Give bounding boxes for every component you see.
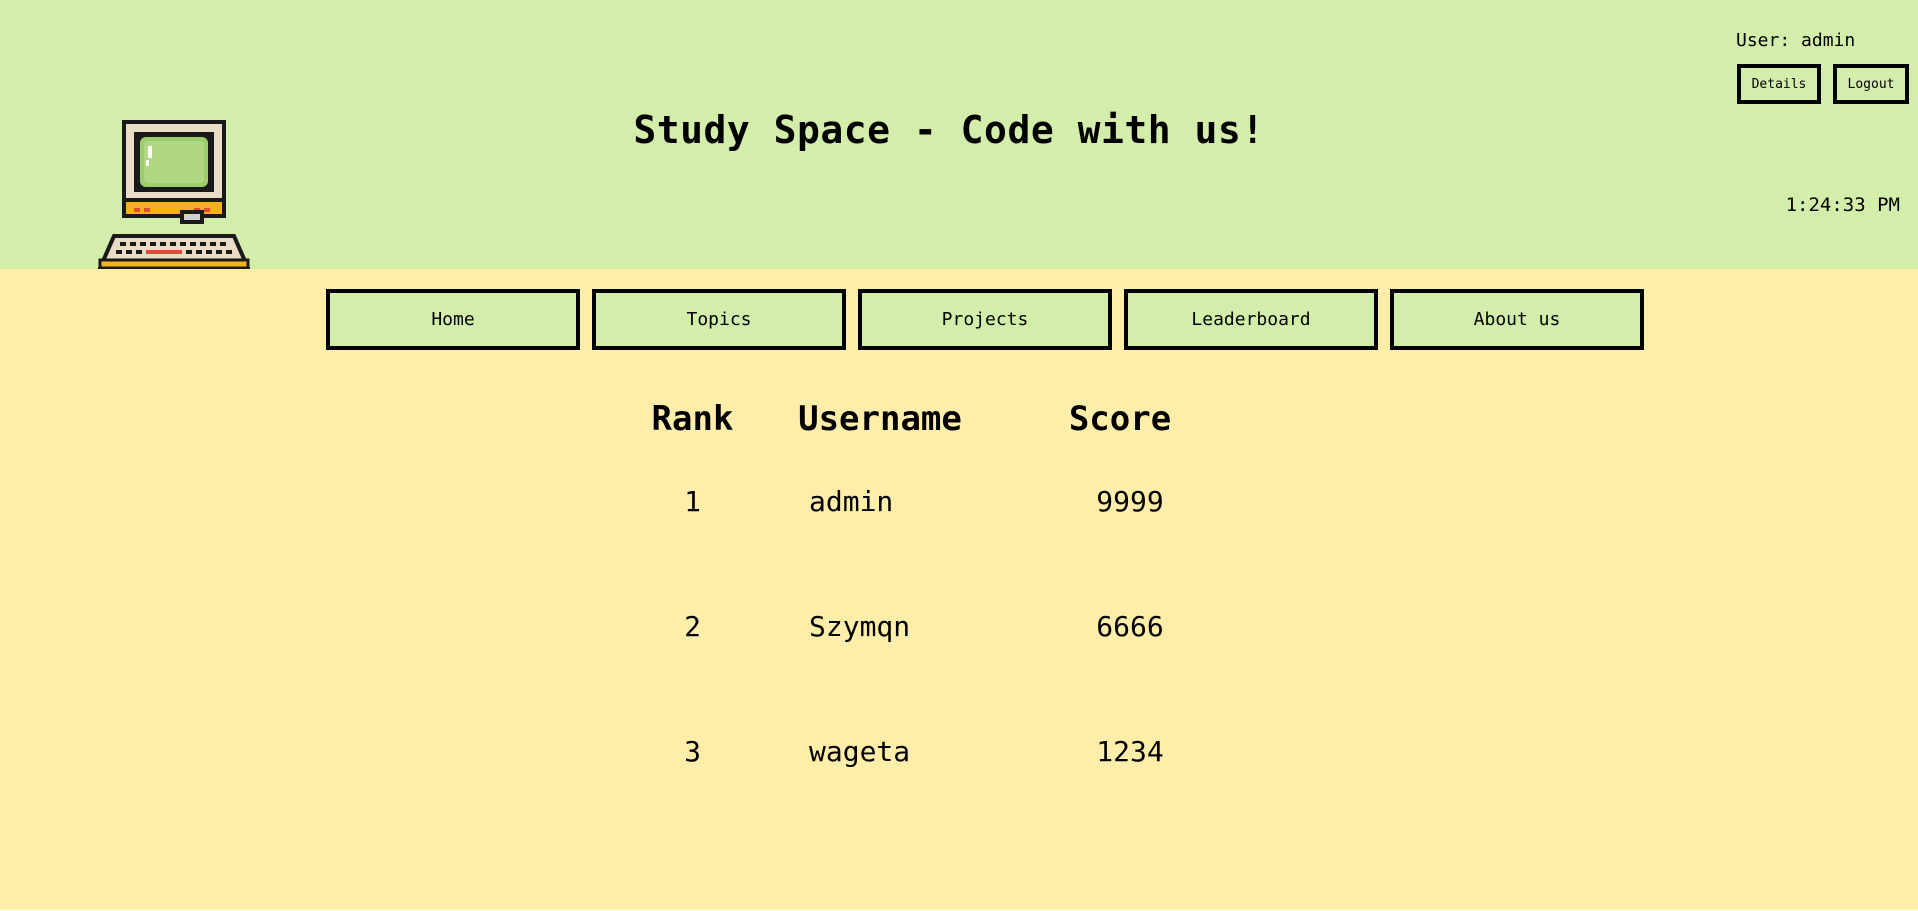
user-info: User: admin xyxy=(1736,30,1855,51)
nav-topics-button[interactable]: Topics xyxy=(592,289,846,350)
nav-home-button[interactable]: Home xyxy=(326,289,580,350)
main-nav: Home Topics Projects Leaderboard About u… xyxy=(326,289,1644,350)
nav-leaderboard-button[interactable]: Leaderboard xyxy=(1124,289,1378,350)
column-header-rank: Rank xyxy=(651,399,734,439)
score-cell: 1234 xyxy=(1096,735,1164,768)
main-content: Home Topics Projects Leaderboard About u… xyxy=(0,269,1918,911)
site-header: Study Space - Code with us! User: admin … xyxy=(0,0,1918,270)
rank-cell: 3 xyxy=(684,735,701,768)
logout-button[interactable]: Logout xyxy=(1833,64,1909,104)
details-button[interactable]: Details xyxy=(1737,64,1821,104)
username: admin xyxy=(1801,30,1856,51)
page-title: Study Space - Code with us! xyxy=(633,108,1265,152)
leaderboard-table: Rank Username Score 1 admin 9999 2 Szymq… xyxy=(630,399,1235,814)
username-cell: Szymqn xyxy=(809,610,911,643)
page: Study Space - Code with us! User: admin … xyxy=(0,0,1918,911)
column-header-score: Score xyxy=(1068,399,1172,439)
rank-cell: 1 xyxy=(684,485,701,518)
rank-cell: 2 xyxy=(684,610,701,643)
clock: 1:24:33 PM xyxy=(1785,194,1900,216)
score-cell: 6666 xyxy=(1096,610,1164,643)
username-cell: admin xyxy=(809,485,894,518)
table-row: 3 wageta 1234 xyxy=(630,689,1235,814)
score-cell: 9999 xyxy=(1096,485,1164,518)
nav-about-button[interactable]: About us xyxy=(1390,289,1644,350)
username-cell: wageta xyxy=(809,735,911,768)
table-row: 1 admin 9999 xyxy=(630,439,1235,564)
user-actions: Details Logout xyxy=(1737,64,1909,104)
table-header-row: Rank Username Score xyxy=(630,399,1235,439)
table-row: 2 Szymqn 6666 xyxy=(630,564,1235,689)
nav-projects-button[interactable]: Projects xyxy=(858,289,1112,350)
user-label: User: xyxy=(1736,30,1791,51)
column-header-username: Username xyxy=(798,399,962,439)
